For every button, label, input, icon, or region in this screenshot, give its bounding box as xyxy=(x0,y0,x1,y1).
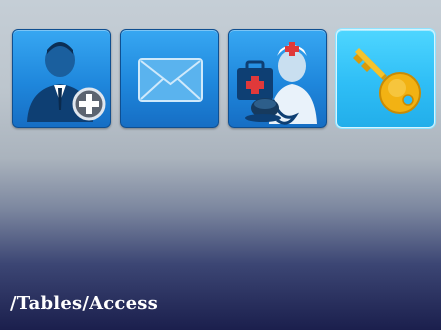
add-user-icon xyxy=(27,42,106,122)
envelope-icon xyxy=(138,58,203,102)
medical-tile[interactable] xyxy=(228,29,327,128)
message-tile[interactable] xyxy=(120,29,219,128)
nurse-medical-icon xyxy=(237,42,317,125)
key-icon xyxy=(353,48,421,114)
menu-tile-row xyxy=(12,29,436,129)
access-tile[interactable] xyxy=(336,29,435,128)
current-path-label: /Tables/Access xyxy=(10,293,158,314)
add-user-tile[interactable] xyxy=(12,29,111,128)
